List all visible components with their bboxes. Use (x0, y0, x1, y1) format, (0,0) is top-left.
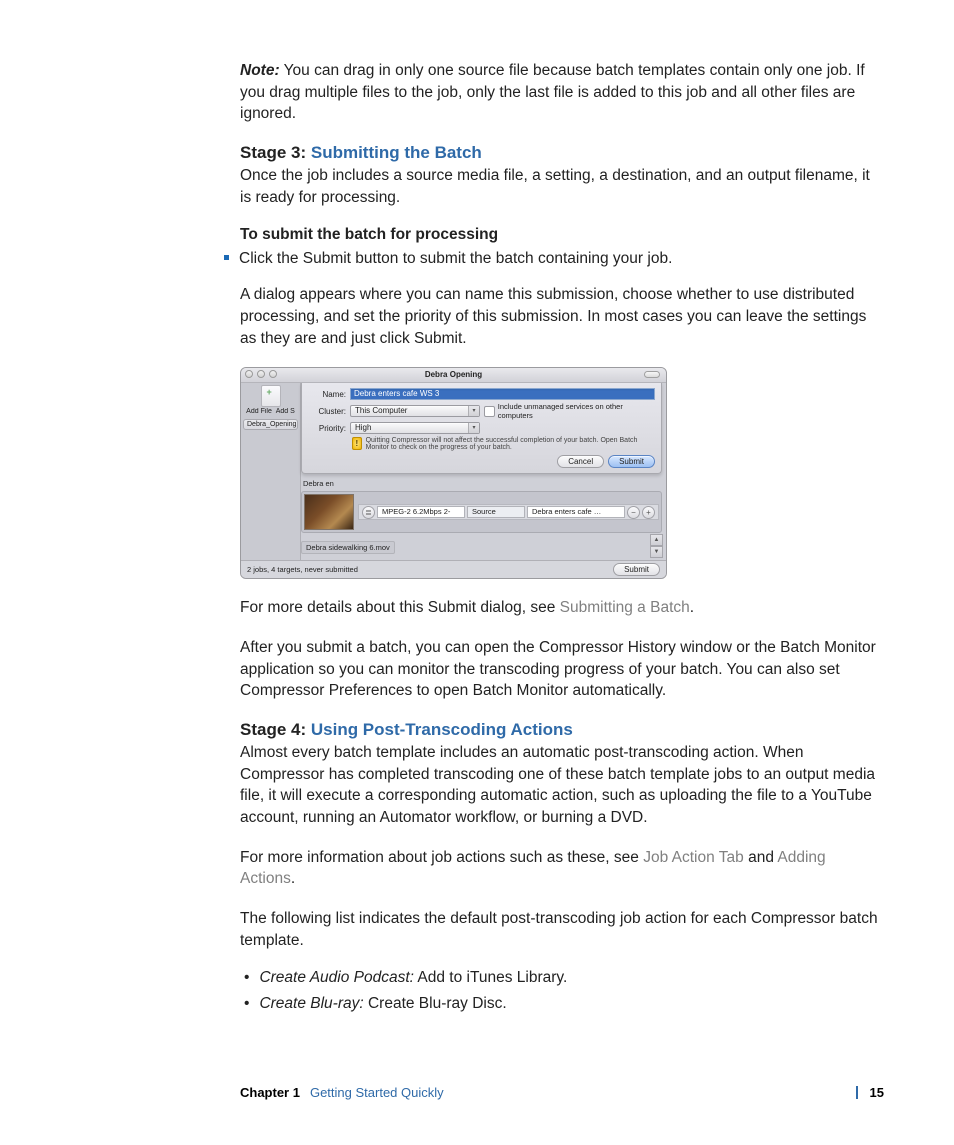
warning-text: Quitting Compressor will not affect the … (366, 437, 655, 451)
stage3-heading: Stage 3: Submitting the Batch (240, 143, 884, 163)
status-bar: 2 jobs, 4 targets, never submitted Submi… (241, 560, 666, 578)
zoom-icon[interactable] (269, 370, 277, 378)
scroll-down-icon[interactable]: ▼ (650, 546, 663, 558)
footer-page-number: 15 (856, 1086, 884, 1099)
stage4-p3: The following list indicates the default… (240, 908, 884, 951)
item-name: Create Audio Podcast: (259, 969, 414, 986)
stage3-bullet-text: Click the Submit button to submit the ba… (239, 248, 884, 270)
add-target-icon[interactable]: + (642, 506, 655, 519)
status-text: 2 jobs, 4 targets, never submitted (247, 565, 358, 574)
after-submit-para: After you submit a batch, you can open t… (240, 637, 884, 702)
traffic-lights[interactable] (245, 370, 277, 378)
window-title: Debra Opening (425, 370, 482, 379)
chevron-updown-icon: ▾ (468, 406, 479, 416)
note-label: Note: (240, 62, 280, 79)
cluster-dropdown[interactable]: This Computer▾ (350, 405, 480, 417)
stage3-dialog-para: A dialog appears where you can name this… (240, 284, 884, 349)
name-field[interactable]: Debra enters cafe WS 3 (350, 388, 655, 400)
chevron-updown-icon: ▾ (468, 423, 479, 433)
item-desc: Create Blu-ray Disc. (364, 995, 507, 1012)
stage3-intro: Once the job includes a source media fil… (240, 165, 884, 208)
submit-dialog-screenshot: Debra Opening Add File Add S Debra_Openi… (240, 367, 667, 579)
list-item: • Create Audio Podcast: Add to iTunes Li… (240, 969, 884, 987)
stage4-title: Using Post-Transcoding Actions (311, 720, 573, 739)
include-unmanaged-checkbox[interactable] (484, 406, 495, 417)
add-file-label: Add File Add S (243, 408, 298, 415)
priority-dropdown[interactable]: High▾ (350, 422, 480, 434)
remove-target-icon[interactable]: − (627, 506, 640, 519)
warning-icon: ! (352, 437, 362, 450)
item-name: Create Blu-ray: (259, 995, 363, 1012)
close-icon[interactable] (245, 370, 253, 378)
target-row[interactable]: ≣ MPEG-2 6.2Mbps 2- Source Debra enters … (358, 504, 659, 520)
job-thumbnail (304, 494, 354, 530)
stage4-p1: Almost every batch template includes an … (240, 742, 884, 829)
template-action-list: • Create Audio Podcast: Add to iTunes Li… (240, 969, 884, 1013)
priority-label: Priority: (308, 424, 346, 433)
toolbar-toggle-icon[interactable] (644, 371, 660, 378)
target-type-icon: ≣ (362, 506, 375, 519)
list-item: • Create Blu-ray: Create Blu-ray Disc. (240, 995, 884, 1013)
submit-button[interactable]: Submit (608, 455, 655, 468)
source-cell[interactable]: Source (467, 506, 525, 518)
submit-sheet: Name: Debra enters cafe WS 3 Cluster: Th… (301, 383, 662, 474)
footer-chapter: Chapter 1 (240, 1085, 300, 1100)
submitting-batch-link[interactable]: Submitting a Batch (560, 599, 690, 616)
cancel-button[interactable]: Cancel (557, 455, 604, 468)
stage3-subhead: To submit the batch for processing (240, 226, 884, 244)
scroll-up-icon[interactable]: ▲ (650, 534, 663, 546)
bullet-dot-icon: • (244, 995, 249, 1013)
cluster-label: Cluster: (308, 407, 346, 416)
stage3-prefix: Stage 3: (240, 143, 311, 162)
note-text: You can drag in only one source file bec… (240, 62, 865, 122)
stage4-prefix: Stage 4: (240, 720, 311, 739)
output-cell[interactable]: Debra enters cafe … (527, 506, 625, 518)
footer-chapter-title: Getting Started Quickly (310, 1085, 444, 1100)
setting-cell[interactable]: MPEG-2 6.2Mbps 2- (377, 506, 465, 518)
add-file-icon[interactable] (261, 385, 281, 407)
toolbar-left: Add File Add S Debra_Opening (241, 383, 301, 560)
scroll-arrows[interactable]: ▲ ▼ (650, 534, 663, 558)
page-footer: Chapter 1 Getting Started Quickly 15 (0, 1085, 954, 1100)
name-label: Name: (308, 390, 346, 399)
job2-title[interactable]: Debra sidewalking 6.mov (301, 541, 395, 554)
stage3-bullet-row: Click the Submit button to submit the ba… (224, 248, 884, 270)
item-desc: Add to iTunes Library. (414, 969, 567, 986)
job-card[interactable]: ≣ MPEG-2 6.2Mbps 2- Source Debra enters … (301, 491, 662, 533)
batch-tab[interactable]: Debra_Opening (243, 419, 298, 430)
stage3-title: Submitting the Batch (311, 143, 482, 162)
stage4-heading: Stage 4: Using Post-Transcoding Actions (240, 720, 884, 740)
more-details-para: For more details about this Submit dialo… (240, 597, 884, 619)
stage4-p2: For more information about job actions s… (240, 847, 884, 890)
warning-row: ! Quitting Compressor will not affect th… (352, 437, 655, 451)
batch-submit-button[interactable]: Submit (613, 563, 660, 576)
job1-title: Debra en (303, 479, 334, 488)
note-paragraph: Note: You can drag in only one source fi… (240, 60, 884, 125)
window-titlebar: Debra Opening (241, 368, 666, 383)
bullet-dot-icon: • (244, 969, 249, 987)
square-bullet-icon (224, 255, 229, 260)
minimize-icon[interactable] (257, 370, 265, 378)
include-unmanaged-label: Include unmanaged services on other comp… (498, 402, 655, 420)
job-action-tab-link[interactable]: Job Action Tab (643, 849, 744, 866)
